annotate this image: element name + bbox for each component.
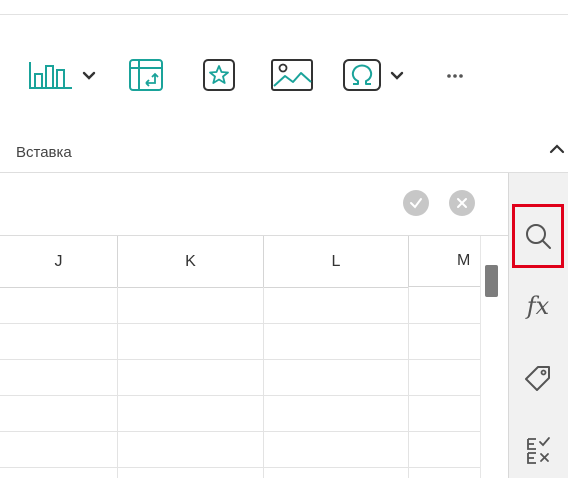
column-gridline [408,287,409,478]
row-gridline [0,431,480,432]
tag-icon [525,366,550,391]
pivot-table-icon [129,59,163,91]
column-header-j[interactable]: J [0,236,118,288]
confirm-formula-button[interactable] [403,190,429,216]
ribbon-section-label: Вставка [16,144,72,161]
row-gridline [0,323,480,324]
spreadsheet-grid[interactable]: J K L M [0,236,480,478]
check-icon [410,198,422,209]
star-shape-icon [203,59,235,91]
formula-list-panel-button[interactable] [514,428,562,472]
column-gridline [117,287,118,478]
functions-panel-button[interactable]: fx [514,284,562,328]
checklist-icon [527,437,550,464]
chevron-up-icon [549,144,565,154]
column-label: J [54,252,63,270]
insert-pivot-table-button[interactable] [128,58,164,92]
function-icon: fx [526,292,550,320]
row-gridline [0,467,480,468]
omega-symbol-icon [343,59,404,91]
more-tools-button[interactable] [444,58,474,92]
column-label: L [331,252,341,270]
column-header-k[interactable]: K [118,236,264,288]
insert-chart-button[interactable] [28,58,98,92]
image-icon [271,59,313,91]
row-gridline [0,359,480,360]
column-header-l[interactable]: L [264,236,409,288]
ribbon-top-divider [0,14,568,15]
column-header-m[interactable]: M [409,236,480,287]
ribbon: Вставка [0,0,568,172]
tags-panel-button[interactable] [514,356,562,400]
insert-symbol-button[interactable] [342,58,406,92]
row-gridline [0,395,480,396]
formula-bar[interactable] [0,173,508,236]
collapse-ribbon-button[interactable] [548,140,566,158]
more-icon [447,74,463,78]
insert-shape-button[interactable] [202,58,236,92]
column-gridline [263,287,264,478]
vertical-scrollbar-thumb[interactable] [485,265,498,297]
cancel-formula-button[interactable] [449,190,475,216]
column-label: K [185,252,196,270]
column-label: M [457,252,471,269]
bar-chart-icon [29,62,96,89]
close-icon [457,198,467,208]
search-highlight-box [512,204,564,268]
insert-image-button[interactable] [270,58,316,92]
